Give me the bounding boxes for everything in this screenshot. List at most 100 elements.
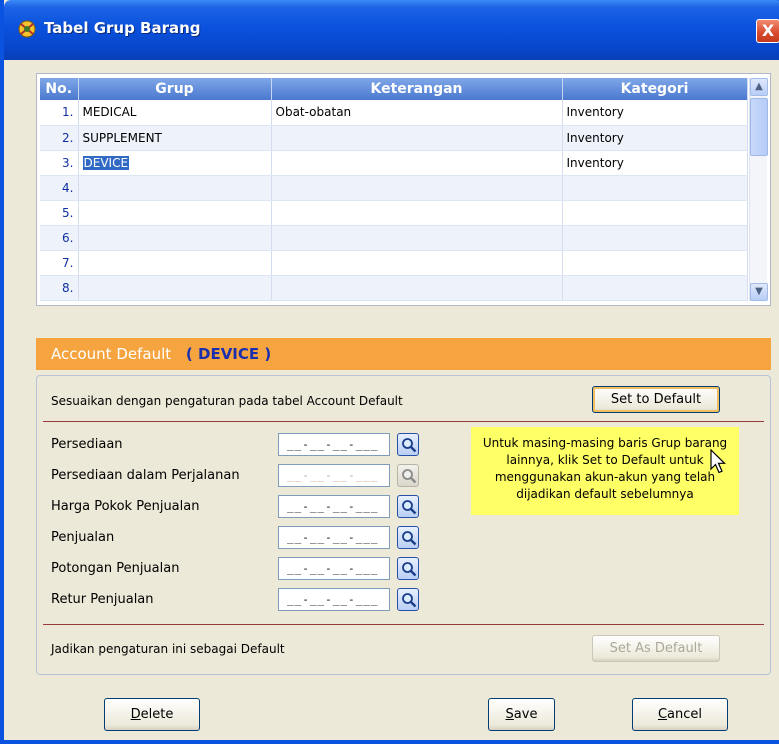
column-header-no[interactable]: No. [40,78,79,100]
cursor-icon [710,449,726,474]
scrollbar-thumb[interactable] [750,98,768,156]
sync-hint: Sesuaikan dengan pengaturan pada tabel A… [51,394,403,408]
table-row[interactable]: 7. [40,250,748,276]
cancel-button-accesskey: C [657,707,668,722]
cell-kategori[interactable]: Inventory [562,100,748,126]
penjualan-lookup-button[interactable] [397,526,419,549]
cell-keterangan[interactable] [271,150,563,176]
cell-no: 4. [40,175,79,201]
close-icon[interactable]: X [756,19,779,43]
table-row[interactable]: 8. [40,275,748,301]
field-label-penjualan: Penjualan [51,530,115,545]
cell-grup[interactable] [78,175,272,201]
cell-grup[interactable]: DEVICE [78,150,272,176]
cell-kategori[interactable]: Inventory [562,125,748,151]
app-icon [18,20,36,38]
scroll-down-icon[interactable]: ▼ [750,283,768,301]
selected-text[interactable]: DEVICE [82,155,130,170]
vertical-scrollbar[interactable]: ▲ ▼ [749,78,768,301]
magnifier-icon [402,469,417,484]
table-row[interactable]: 6. [40,225,748,251]
dialog-client: No. Grup Keterangan Kategori 1. MEDICAL … [8,60,779,740]
retur-penjualan-account-field[interactable]: __-__-__-___ [278,588,390,611]
group-grid[interactable]: No. Grup Keterangan Kategori 1. MEDICAL … [36,73,771,306]
cell-grup[interactable]: SUPPLEMENT [78,125,272,151]
table-row[interactable]: 4. [40,175,748,201]
cell-keterangan[interactable] [271,200,563,226]
group-table: No. Grup Keterangan Kategori 1. MEDICAL … [40,78,748,301]
cell-kategori[interactable] [562,275,748,301]
field-label-persediaan: Persediaan [51,437,123,452]
cell-grup[interactable] [78,275,272,301]
account-default-panel: Sesuaikan dengan pengaturan pada tabel A… [36,375,771,675]
persediaan-lookup-button[interactable] [397,433,419,456]
persediaan-account-field[interactable]: __-__-__-___ [278,433,390,456]
dialog-window: Tabel Grup Barang X No. Grup Keterangan … [0,0,779,744]
field-label-retur-penjualan: Retur Penjualan [51,592,154,607]
persediaan-perjalanan-lookup-button [397,464,419,487]
window-title: Tabel Grup Barang [44,19,201,37]
cell-no: 7. [40,250,79,276]
title-bar[interactable]: Tabel Grup Barang X [4,0,779,60]
cell-grup[interactable] [78,250,272,276]
account-default-group: ( DEVICE ) [185,345,272,363]
delete-button[interactable]: Delete [104,698,200,731]
cancel-button[interactable]: Cancel [632,698,728,731]
cell-kategori[interactable] [562,250,748,276]
account-default-header: Account Default ( DEVICE ) [36,338,771,370]
make-default-hint: Jadikan pengaturan ini sebagai Default [51,642,285,656]
cell-no: 2. [40,125,79,151]
save-button-label: ave [513,707,538,722]
divider [43,421,764,422]
retur-penjualan-lookup-button[interactable] [397,588,419,611]
magnifier-icon [402,438,417,453]
divider [43,624,764,625]
field-label-harga-pokok: Harga Pokok Penjualan [51,499,200,514]
table-row[interactable]: 5. [40,200,748,226]
column-header-grup[interactable]: Grup [78,78,272,100]
penjualan-account-field[interactable]: __-__-__-___ [278,526,390,549]
table-row[interactable]: 2. SUPPLEMENT Inventory [40,125,748,151]
cell-grup[interactable] [78,225,272,251]
delete-button-accesskey: D [130,707,141,722]
cancel-button-label: ancel [667,707,703,722]
magnifier-icon [402,531,417,546]
cell-grup[interactable] [78,200,272,226]
cell-kategori[interactable] [562,175,748,201]
cell-grup[interactable]: MEDICAL [78,100,272,126]
set-as-default-button: Set As Default [592,635,720,662]
cell-keterangan[interactable] [271,175,563,201]
cell-keterangan[interactable] [271,225,563,251]
column-header-kategori[interactable]: Kategori [562,78,748,100]
delete-button-label: elete [140,707,174,722]
cell-kategori[interactable] [562,200,748,226]
cell-no: 1. [40,100,79,126]
scroll-up-icon[interactable]: ▲ [750,78,768,96]
magnifier-icon [402,593,417,608]
cell-kategori[interactable] [562,225,748,251]
table-row[interactable]: 1. MEDICAL Obat-obatan Inventory [40,100,748,126]
cell-no: 5. [40,200,79,226]
potongan-penjualan-account-field[interactable]: __-__-__-___ [278,557,390,580]
cell-kategori[interactable]: Inventory [562,150,748,176]
column-header-keterangan[interactable]: Keterangan [271,78,563,100]
save-button[interactable]: Save [488,698,555,731]
harga-pokok-lookup-button[interactable] [397,495,419,518]
account-default-title: Account Default [51,345,172,363]
persediaan-perjalanan-account-field: __-__-__-___ [278,464,390,487]
field-label-persediaan-perjalanan: Persediaan dalam Perjalanan [51,468,240,483]
harga-pokok-account-field[interactable]: __-__-__-___ [278,495,390,518]
cell-keterangan[interactable]: Obat-obatan [271,100,563,126]
save-button-accesskey: S [505,707,514,722]
set-to-default-button[interactable]: Set to Default [592,386,720,413]
cell-no: 8. [40,275,79,301]
cell-keterangan[interactable] [271,275,563,301]
field-label-potongan-penjualan: Potongan Penjualan [51,561,180,576]
magnifier-icon [402,500,417,515]
cell-no: 3. [40,150,79,176]
help-tooltip: Untuk masing-masing baris Grup barang la… [471,427,739,515]
cell-keterangan[interactable] [271,250,563,276]
potongan-penjualan-lookup-button[interactable] [397,557,419,580]
cell-keterangan[interactable] [271,125,563,151]
table-row-selected[interactable]: 3. DEVICE Inventory [40,150,748,176]
